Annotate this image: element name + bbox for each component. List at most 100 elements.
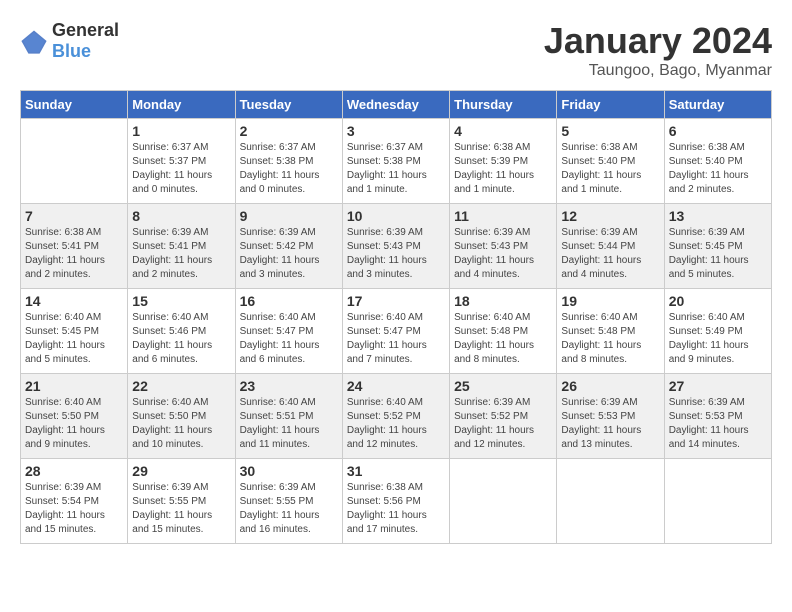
- day-info: Sunrise: 6:37 AMSunset: 5:38 PMDaylight:…: [240, 141, 338, 197]
- day-info: Sunrise: 6:40 AMSunset: 5:50 PMDaylight:…: [132, 396, 230, 452]
- weekday-header-friday: Friday: [557, 91, 664, 119]
- day-number: 15: [132, 293, 230, 309]
- calendar-cell: 12 Sunrise: 6:39 AMSunset: 5:44 PMDayligh…: [557, 204, 664, 289]
- header: General Blue January 2024 Taungoo, Bago,…: [20, 20, 772, 80]
- day-info: Sunrise: 6:39 AMSunset: 5:43 PMDaylight:…: [454, 226, 552, 282]
- calendar-cell: 8Sunrise: 6:39 AMSunset: 5:41 PMDaylight…: [128, 204, 235, 289]
- day-number: 29: [132, 463, 230, 479]
- day-info: Sunrise: 6:39 AMSunset: 5:45 PMDaylight:…: [669, 226, 767, 282]
- day-number: 18: [454, 293, 552, 309]
- day-info: Sunrise: 6:39 AMSunset: 5:55 PMDaylight:…: [132, 481, 230, 537]
- day-number: 7: [25, 208, 123, 224]
- logo-general: General: [52, 20, 119, 40]
- calendar-cell: 18Sunrise: 6:40 AMSunset: 5:48 PMDayligh…: [450, 289, 557, 374]
- calendar-cell: 3 Sunrise: 6:37 AMSunset: 5:38 PMDaylight…: [342, 119, 449, 204]
- day-number: 25: [454, 378, 552, 394]
- day-info: Sunrise: 6:39 AMSunset: 5:42 PMDaylight:…: [240, 226, 338, 282]
- calendar-cell: 30 Sunrise: 6:39 AMSunset: 5:55 PMDayligh…: [235, 459, 342, 544]
- location-title: Taungoo, Bago, Myanmar: [544, 62, 772, 80]
- day-info: Sunrise: 6:38 AMSunset: 5:41 PMDaylight:…: [25, 226, 123, 282]
- day-number: 23: [240, 378, 338, 394]
- calendar-cell: 31Sunrise: 6:38 AMSunset: 5:56 PMDayligh…: [342, 459, 449, 544]
- day-info: Sunrise: 6:37 AMSunset: 5:38 PMDaylight:…: [347, 141, 445, 197]
- day-number: 12: [561, 208, 659, 224]
- calendar-cell: [450, 459, 557, 544]
- calendar-cell: 20 Sunrise: 6:40 AMSunset: 5:49 PMDayligh…: [664, 289, 771, 374]
- day-number: 30: [240, 463, 338, 479]
- day-info: Sunrise: 6:40 AMSunset: 5:46 PMDaylight:…: [132, 311, 230, 367]
- day-info: Sunrise: 6:37 AMSunset: 5:37 PMDaylight:…: [132, 141, 230, 197]
- day-number: 24: [347, 378, 445, 394]
- logo-blue: Blue: [52, 41, 91, 61]
- day-info: Sunrise: 6:39 AMSunset: 5:55 PMDaylight:…: [240, 481, 338, 537]
- day-info: Sunrise: 6:40 AMSunset: 5:48 PMDaylight:…: [561, 311, 659, 367]
- day-number: 19: [561, 293, 659, 309]
- day-number: 4: [454, 123, 552, 139]
- calendar-cell: 4 Sunrise: 6:38 AMSunset: 5:39 PMDaylight…: [450, 119, 557, 204]
- day-info: Sunrise: 6:40 AMSunset: 5:49 PMDaylight:…: [669, 311, 767, 367]
- day-number: 20: [669, 293, 767, 309]
- day-info: Sunrise: 6:38 AMSunset: 5:40 PMDaylight:…: [669, 141, 767, 197]
- calendar-week-row: 14Sunrise: 6:40 AMSunset: 5:45 PMDayligh…: [21, 289, 772, 374]
- month-title: January 2024: [544, 20, 772, 62]
- day-info: Sunrise: 6:40 AMSunset: 5:47 PMDaylight:…: [347, 311, 445, 367]
- weekday-header-row: SundayMondayTuesdayWednesdayThursdayFrid…: [21, 91, 772, 119]
- day-info: Sunrise: 6:39 AMSunset: 5:54 PMDaylight:…: [25, 481, 123, 537]
- calendar-week-row: 7 Sunrise: 6:38 AMSunset: 5:41 PMDaylight…: [21, 204, 772, 289]
- calendar-table: SundayMondayTuesdayWednesdayThursdayFrid…: [20, 90, 772, 544]
- logo-icon: [20, 27, 48, 55]
- day-number: 26: [561, 378, 659, 394]
- calendar-cell: 10Sunrise: 6:39 AMSunset: 5:43 PMDayligh…: [342, 204, 449, 289]
- calendar-cell: 17 Sunrise: 6:40 AMSunset: 5:47 PMDayligh…: [342, 289, 449, 374]
- calendar-cell: 7 Sunrise: 6:38 AMSunset: 5:41 PMDaylight…: [21, 204, 128, 289]
- calendar-cell: 25Sunrise: 6:39 AMSunset: 5:52 PMDayligh…: [450, 374, 557, 459]
- weekday-header-thursday: Thursday: [450, 91, 557, 119]
- calendar-cell: 15 Sunrise: 6:40 AMSunset: 5:46 PMDayligh…: [128, 289, 235, 374]
- day-number: 1: [132, 123, 230, 139]
- weekday-header-sunday: Sunday: [21, 91, 128, 119]
- day-number: 27: [669, 378, 767, 394]
- day-info: Sunrise: 6:40 AMSunset: 5:51 PMDaylight:…: [240, 396, 338, 452]
- calendar-week-row: 28 Sunrise: 6:39 AMSunset: 5:54 PMDayligh…: [21, 459, 772, 544]
- day-number: 16: [240, 293, 338, 309]
- weekday-header-monday: Monday: [128, 91, 235, 119]
- calendar-cell: 29 Sunrise: 6:39 AMSunset: 5:55 PMDayligh…: [128, 459, 235, 544]
- day-info: Sunrise: 6:39 AMSunset: 5:43 PMDaylight:…: [347, 226, 445, 282]
- calendar-cell: [557, 459, 664, 544]
- day-info: Sunrise: 6:39 AMSunset: 5:53 PMDaylight:…: [561, 396, 659, 452]
- day-info: Sunrise: 6:39 AMSunset: 5:53 PMDaylight:…: [669, 396, 767, 452]
- day-info: Sunrise: 6:40 AMSunset: 5:50 PMDaylight:…: [25, 396, 123, 452]
- calendar-cell: [664, 459, 771, 544]
- calendar-cell: 1 Sunrise: 6:37 AMSunset: 5:37 PMDaylight…: [128, 119, 235, 204]
- logo-text: General Blue: [52, 20, 119, 62]
- calendar-cell: 9Sunrise: 6:39 AMSunset: 5:42 PMDaylight…: [235, 204, 342, 289]
- calendar-cell: 27 Sunrise: 6:39 AMSunset: 5:53 PMDayligh…: [664, 374, 771, 459]
- calendar-cell: 23 Sunrise: 6:40 AMSunset: 5:51 PMDayligh…: [235, 374, 342, 459]
- day-info: Sunrise: 6:40 AMSunset: 5:47 PMDaylight:…: [240, 311, 338, 367]
- day-number: 5: [561, 123, 659, 139]
- day-number: 13: [669, 208, 767, 224]
- day-number: 21: [25, 378, 123, 394]
- title-area: January 2024 Taungoo, Bago, Myanmar: [544, 20, 772, 80]
- calendar-cell: 11Sunrise: 6:39 AMSunset: 5:43 PMDayligh…: [450, 204, 557, 289]
- day-number: 6: [669, 123, 767, 139]
- day-number: 28: [25, 463, 123, 479]
- day-info: Sunrise: 6:39 AMSunset: 5:44 PMDaylight:…: [561, 226, 659, 282]
- calendar-cell: 28 Sunrise: 6:39 AMSunset: 5:54 PMDayligh…: [21, 459, 128, 544]
- calendar-cell: 6 Sunrise: 6:38 AMSunset: 5:40 PMDaylight…: [664, 119, 771, 204]
- day-info: Sunrise: 6:38 AMSunset: 5:39 PMDaylight:…: [454, 141, 552, 197]
- day-number: 8: [132, 208, 230, 224]
- weekday-header-saturday: Saturday: [664, 91, 771, 119]
- weekday-header-tuesday: Tuesday: [235, 91, 342, 119]
- calendar-cell: 14Sunrise: 6:40 AMSunset: 5:45 PMDayligh…: [21, 289, 128, 374]
- day-number: 31: [347, 463, 445, 479]
- calendar-cell: 5Sunrise: 6:38 AMSunset: 5:40 PMDaylight…: [557, 119, 664, 204]
- calendar-cell: 19 Sunrise: 6:40 AMSunset: 5:48 PMDayligh…: [557, 289, 664, 374]
- calendar-cell: 24 Sunrise: 6:40 AMSunset: 5:52 PMDayligh…: [342, 374, 449, 459]
- day-info: Sunrise: 6:40 AMSunset: 5:52 PMDaylight:…: [347, 396, 445, 452]
- day-number: 3: [347, 123, 445, 139]
- day-number: 17: [347, 293, 445, 309]
- logo: General Blue: [20, 20, 119, 62]
- day-number: 14: [25, 293, 123, 309]
- day-number: 2: [240, 123, 338, 139]
